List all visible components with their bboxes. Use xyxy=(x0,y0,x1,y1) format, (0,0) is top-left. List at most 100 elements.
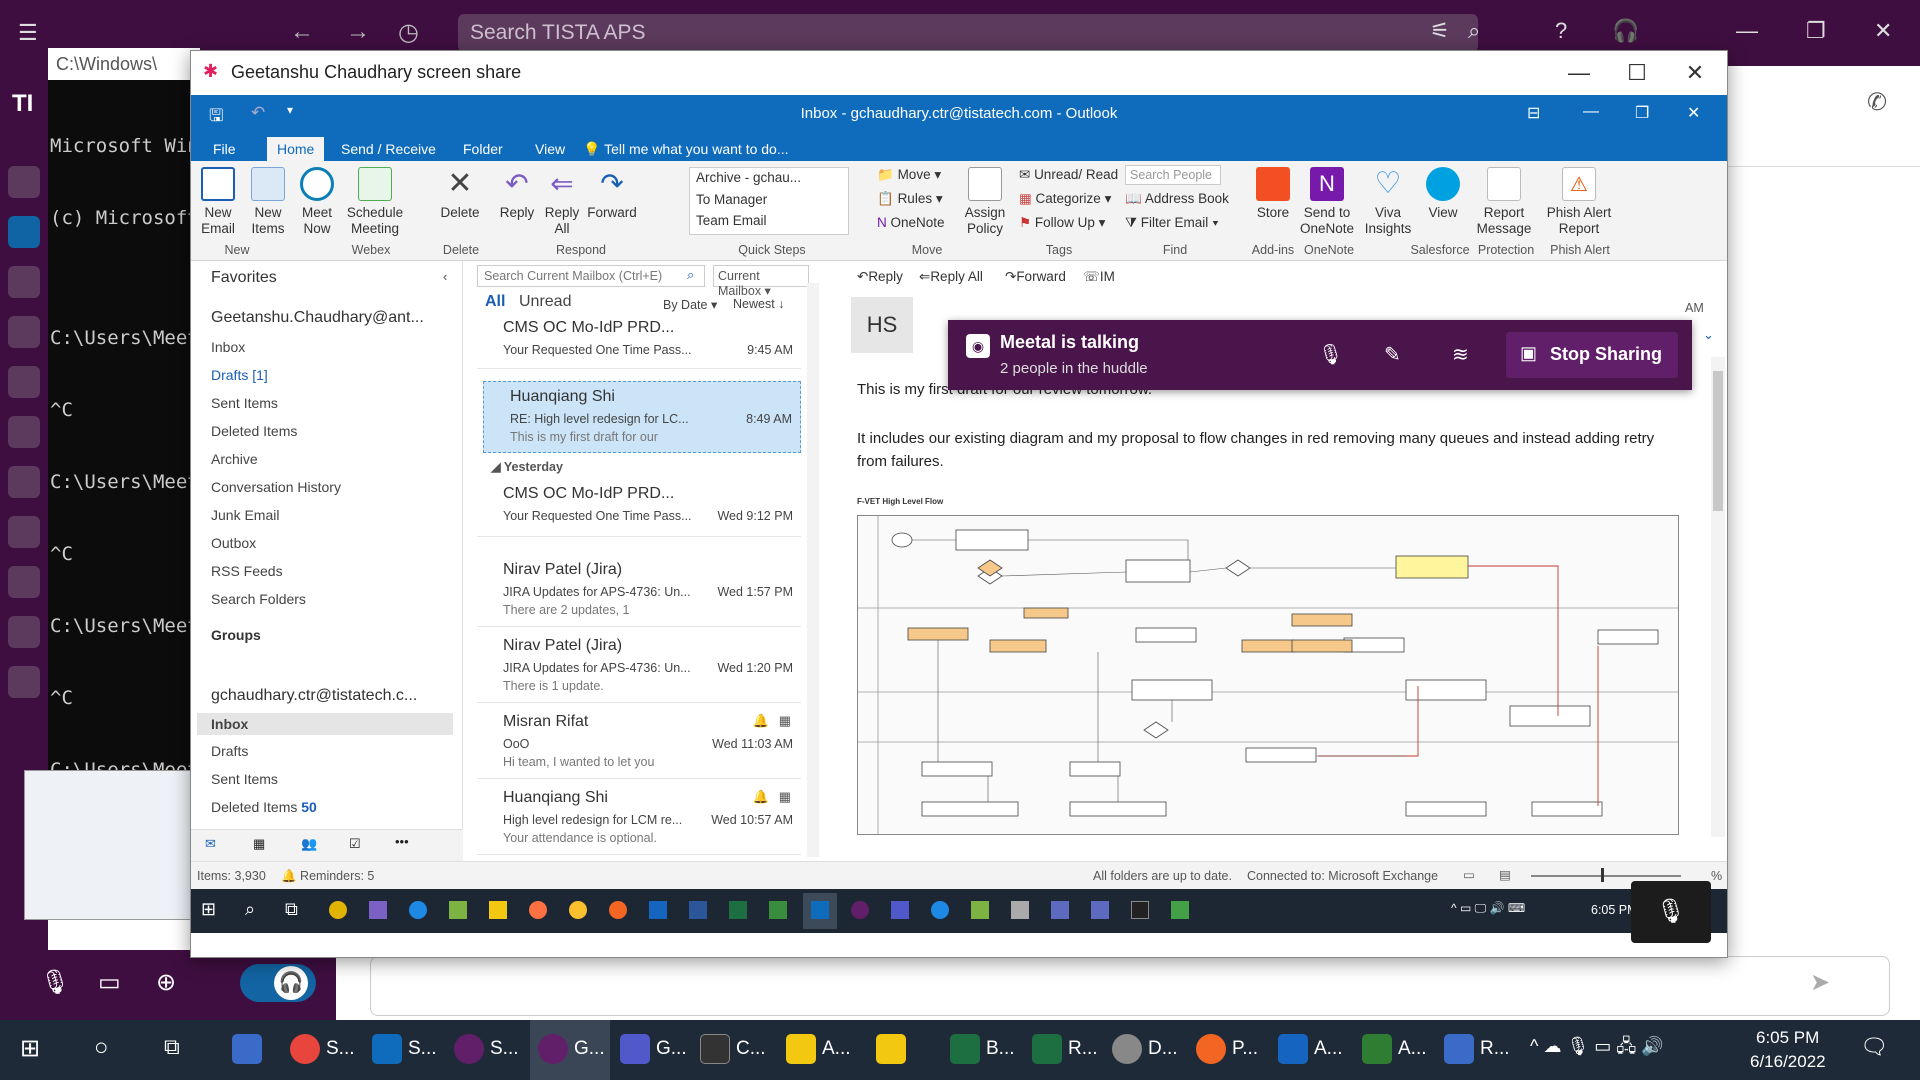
folder-drafts[interactable]: Drafts [1] xyxy=(211,367,268,383)
app-icon[interactable] xyxy=(1091,901,1109,919)
list-item[interactable]: Nirav Patel (Jira) JIRA Updates for APS-… xyxy=(477,555,801,627)
mailbox-scope-dropdown[interactable]: Current Mailbox ▾ xyxy=(713,265,809,298)
taskbar-app-explorer-2[interactable] xyxy=(876,1034,912,1064)
list-item[interactable]: Huanqiang Shi 🔔 ▦ High level redesign fo… xyxy=(477,783,801,855)
forward-button[interactable]: ↷ Forward xyxy=(587,167,637,221)
normal-view-icon[interactable]: ▭ xyxy=(1463,867,1475,882)
excel-icon[interactable] xyxy=(729,901,747,919)
slack-icon[interactable] xyxy=(851,901,869,919)
list-item[interactable]: Huanqiang Shi RE: High level redesign fo… xyxy=(483,381,801,453)
microphone-overlay-icon[interactable]: 🎙 xyxy=(1631,881,1711,943)
taskbar-app-chrome[interactable]: S... xyxy=(290,1034,355,1064)
rail-item[interactable] xyxy=(8,216,40,248)
word-icon[interactable] xyxy=(689,901,707,919)
cortana-icon[interactable]: ○ xyxy=(94,1034,109,1062)
taskbar-app-cmd[interactable]: C... xyxy=(700,1034,766,1064)
search-mailbox-input[interactable]: Search Current Mailbox (Ctrl+E) xyxy=(477,265,705,287)
reminders-status[interactable]: 🔔 Reminders: 5 xyxy=(281,869,374,884)
sort-order-button[interactable]: Newest ↓ xyxy=(733,297,784,311)
search-icon[interactable]: ⌕ xyxy=(245,899,255,920)
group-header-yesterday[interactable]: ◢ Yesterday xyxy=(491,459,563,474)
people-icon[interactable]: 👥 xyxy=(301,836,317,852)
new-items-button[interactable]: New Items xyxy=(243,167,293,237)
taskbar-app-excel[interactable]: B... xyxy=(950,1034,1015,1064)
notifications-icon[interactable]: 🗨 xyxy=(1860,1034,1888,1060)
task-view-icon[interactable]: ⧉ xyxy=(285,899,298,920)
mail-icon[interactable]: ✉ xyxy=(205,836,216,852)
quick-step-archive[interactable]: Archive - gchau... xyxy=(696,170,801,185)
system-tray-icons[interactable]: ^ ▭ 🖵 🔊 ⌨ xyxy=(1451,901,1525,916)
reply-button[interactable]: ↶ Reply xyxy=(495,167,539,221)
restore-icon[interactable]: ❐ xyxy=(1806,18,1826,44)
rail-item[interactable] xyxy=(8,466,40,498)
rail-item[interactable] xyxy=(8,516,40,548)
zoom-slider[interactable] xyxy=(1531,875,1681,877)
rail-item[interactable] xyxy=(8,666,40,698)
firefox-icon[interactable] xyxy=(529,901,547,919)
rail-item[interactable] xyxy=(8,566,40,598)
microphone-icon[interactable]: 🎙 xyxy=(40,968,70,997)
slack-search-input[interactable]: Search TISTA APS xyxy=(458,14,1478,52)
history-icon[interactable]: ◷ xyxy=(398,18,419,47)
app-icon[interactable] xyxy=(1171,901,1189,919)
taskbar-app-d[interactable]: D... xyxy=(1112,1034,1178,1064)
close-button[interactable]: ✕ xyxy=(1687,103,1700,123)
close-button[interactable]: ✕ xyxy=(1667,57,1723,89)
list-item[interactable]: CMS OC Mo-IdP PRD... Your Requested One … xyxy=(477,313,801,369)
minimize-button[interactable]: — xyxy=(1583,103,1599,121)
rail-item[interactable] xyxy=(8,366,40,398)
folder-deleted[interactable]: Deleted Items 50 xyxy=(211,799,317,815)
search-icon[interactable]: ⌕ xyxy=(1468,18,1480,44)
microphone-icon[interactable]: 🎙 xyxy=(1318,342,1343,367)
tab-home[interactable]: Home xyxy=(267,137,325,161)
reply-all-action[interactable]: ⇐Reply All xyxy=(919,269,983,285)
menu-icon[interactable]: ☰ xyxy=(18,20,38,46)
windows-start-icon[interactable]: ⊞ xyxy=(201,899,216,920)
taskbar-pinned-app[interactable] xyxy=(232,1034,268,1064)
folder-outbox[interactable]: Outbox xyxy=(211,535,256,551)
account-header[interactable]: gchaudhary.ctr@tistatech.c... xyxy=(211,687,417,705)
taskbar-app-outlook[interactable]: S... xyxy=(372,1034,437,1064)
windows-start-icon[interactable]: ⊞ xyxy=(20,1034,40,1063)
groups-header[interactable]: Groups xyxy=(211,627,261,643)
reading-view-icon[interactable]: ▤ xyxy=(1499,867,1511,882)
zoom-slider-thumb[interactable] xyxy=(1601,868,1604,882)
list-item[interactable]: Misran Rifat 🔔 ▦ OoO Wed 11:03 AM Hi tea… xyxy=(477,707,801,779)
taskbar-app-player[interactable]: A... xyxy=(1362,1034,1427,1064)
meet-now-button[interactable]: Meet Now xyxy=(295,167,339,237)
taskbar-app-a[interactable]: A... xyxy=(1278,1034,1343,1064)
assign-policy-button[interactable]: Assign Policy xyxy=(961,167,1009,237)
postman-icon[interactable] xyxy=(609,901,627,919)
ribbon-display-icon[interactable]: ⊟ xyxy=(1527,103,1540,123)
new-email-button[interactable]: New Email xyxy=(195,167,241,237)
tab-file[interactable]: File xyxy=(203,137,246,161)
schedule-meeting-button[interactable]: Schedule Meeting xyxy=(339,167,411,237)
filter-email-button[interactable]: ⧩ Filter Email ▾ xyxy=(1125,215,1219,231)
address-book-button[interactable]: 📖 Address Book xyxy=(1125,191,1229,207)
taskbar-app-slack[interactable]: S... xyxy=(454,1034,519,1064)
send-to-onenote-button[interactable]: N Send to OneNote xyxy=(1297,167,1357,237)
app-icon[interactable] xyxy=(1051,901,1069,919)
folder-inbox[interactable]: Inbox xyxy=(211,339,245,355)
add-person-icon[interactable]: ⊕ xyxy=(156,968,176,997)
follow-up-button[interactable]: ⚑ Follow Up ▾ xyxy=(1019,215,1105,231)
message-composer[interactable] xyxy=(370,956,1890,1016)
rail-item[interactable] xyxy=(8,416,40,448)
store-button[interactable]: Store xyxy=(1253,167,1293,221)
report-message-button[interactable]: Report Message xyxy=(1471,167,1537,237)
file-explorer-icon[interactable] xyxy=(489,901,507,919)
more-icon[interactable]: ••• xyxy=(395,834,409,849)
restore-button[interactable]: ❐ xyxy=(1635,103,1649,123)
maps-icon[interactable] xyxy=(649,901,667,919)
categorize-button[interactable]: ▦ Categorize ▾ xyxy=(1019,191,1111,207)
list-item[interactable]: Nirav Patel (Jira) JIRA Updates for APS-… xyxy=(477,631,801,703)
tell-me-box[interactable]: 💡 Tell me what you want to do... xyxy=(573,137,799,161)
chrome-icon[interactable] xyxy=(569,901,587,919)
terminal-icon[interactable] xyxy=(1131,901,1149,919)
draw-off-icon[interactable]: ✎ xyxy=(1384,342,1401,367)
quick-step-to-manager[interactable]: To Manager xyxy=(696,192,767,207)
back-icon[interactable]: ← xyxy=(290,18,314,46)
calendar-icon[interactable]: ▦ xyxy=(253,836,265,852)
forward-action[interactable]: ↷Forward xyxy=(1005,269,1066,285)
headphones-icon[interactable]: 🎧 xyxy=(1612,18,1639,44)
